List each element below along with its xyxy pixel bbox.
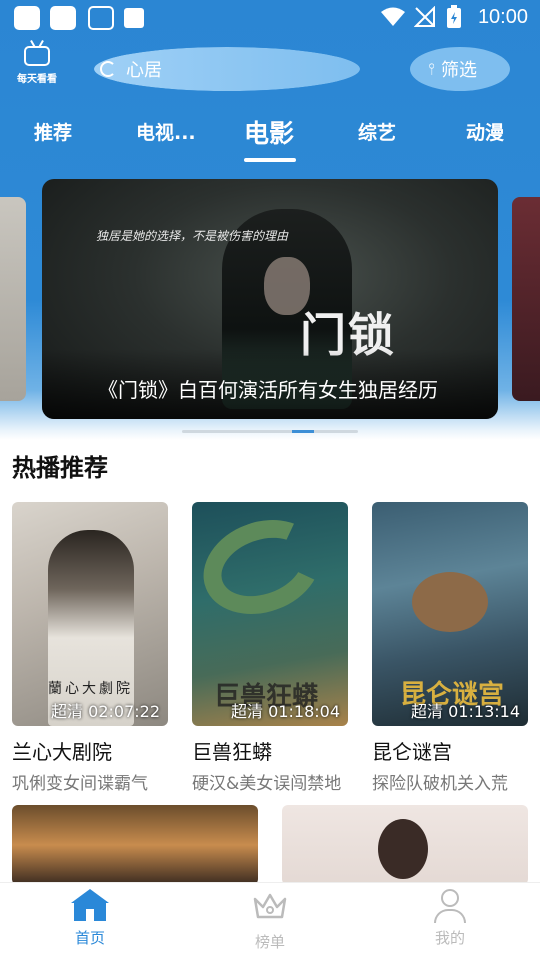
carousel-indicator-active	[292, 430, 314, 433]
poster-text: 蘭心大劇院	[48, 681, 133, 697]
notification-icon	[50, 6, 76, 30]
filter-label: 筛选	[440, 60, 477, 81]
logo-text: 每天看看	[17, 74, 57, 85]
nav-ranking[interactable]: 榜单	[210, 889, 330, 952]
clock: 10:00	[477, 6, 528, 28]
movie-poster[interactable]	[12, 805, 258, 885]
poster-figure	[412, 572, 488, 632]
wifi-icon	[381, 7, 405, 26]
battery-icon	[447, 5, 461, 28]
app-icon	[124, 8, 144, 28]
carousel-next-card[interactable]	[512, 197, 540, 401]
search-placeholder: 心居	[126, 60, 162, 81]
movie-poster[interactable]: 巨兽狂蟒 超清 01:18:04	[192, 502, 348, 726]
tab-tv[interactable]: 电视...	[136, 118, 196, 145]
movie-card[interactable]: 昆仑谜宫 超清 01:13:14 昆仑谜宫 探险队破机关入荒	[372, 502, 528, 794]
nav-ranking-label: 榜单	[254, 933, 285, 951]
active-tab-indicator	[244, 158, 296, 162]
carousel-indicator	[182, 430, 358, 433]
quality-duration-badge: 超清 01:13:14	[411, 702, 520, 721]
nav-home-label: 首页	[74, 929, 105, 947]
movie-title[interactable]: 兰心大剧院	[12, 736, 168, 765]
notification-icon	[14, 6, 40, 30]
filter-button-content[interactable]: ⫯ 筛选	[428, 47, 477, 91]
banner-card[interactable]: 独居是她的选择，不是被伤害的理由 门锁 《门锁》白百何演活所有女生独居经历	[42, 179, 498, 419]
poster-figure	[378, 819, 428, 879]
quality-duration-badge: 超清 02:07:22	[51, 702, 160, 721]
status-bar: 10:00	[0, 0, 540, 36]
poster-figure	[192, 504, 334, 630]
movie-title[interactable]: 巨兽狂蟒	[192, 736, 348, 765]
person-icon	[431, 889, 469, 923]
bottom-nav: 首页 榜单 我的	[0, 882, 540, 960]
nav-profile-label: 我的	[434, 929, 465, 947]
carousel-prev-card[interactable]	[0, 197, 26, 401]
movie-subtitle: 探险队破机关入荒	[372, 774, 508, 794]
movie-subtitle: 硬汉&美女误闯禁地	[192, 774, 342, 794]
search-icon	[100, 61, 116, 77]
movie-subtitle: 巩俐变女间谍霸气	[12, 774, 148, 794]
image-icon	[88, 6, 114, 30]
tv-icon	[24, 46, 50, 66]
category-tabs: 推荐 电视... 电影 综艺 动漫	[0, 110, 540, 160]
no-signal-icon	[414, 6, 435, 27]
movie-card[interactable]: 蘭心大劇院 超清 02:07:22 兰心大剧院 巩俐变女间谍霸气	[12, 502, 168, 794]
section-title: 热播推荐	[12, 454, 108, 482]
crown-icon	[253, 893, 287, 919]
movie-card[interactable]: 巨兽狂蟒 超清 01:18:04 巨兽狂蟒 硬汉&美女误闯禁地	[192, 502, 348, 794]
quality-duration-badge: 超清 01:18:04	[231, 702, 340, 721]
movie-poster[interactable]	[282, 805, 528, 885]
search-placeholder-wrap[interactable]: 心居	[96, 47, 162, 91]
banner-tagline: 独居是她的选择，不是被伤害的理由	[96, 229, 289, 243]
tab-recommend[interactable]: 推荐	[34, 118, 72, 145]
nav-profile[interactable]: 我的	[390, 889, 510, 948]
movie-title[interactable]: 昆仑谜宫	[372, 736, 528, 765]
tab-anime[interactable]: 动漫	[466, 118, 504, 145]
movie-poster[interactable]: 昆仑谜宫 超清 01:13:14	[372, 502, 528, 726]
tab-variety[interactable]: 综艺	[358, 118, 396, 145]
home-icon	[71, 889, 109, 923]
tab-movie[interactable]: 电影	[244, 114, 294, 150]
nav-home[interactable]: 首页	[30, 889, 150, 948]
filter-icon: ⫯	[428, 59, 435, 78]
app-logo[interactable]: 每天看看	[12, 46, 62, 90]
banner-caption: 《门锁》白百何演活所有女生独居经历	[98, 378, 438, 402]
movie-poster[interactable]: 蘭心大劇院 超清 02:07:22	[12, 502, 168, 726]
